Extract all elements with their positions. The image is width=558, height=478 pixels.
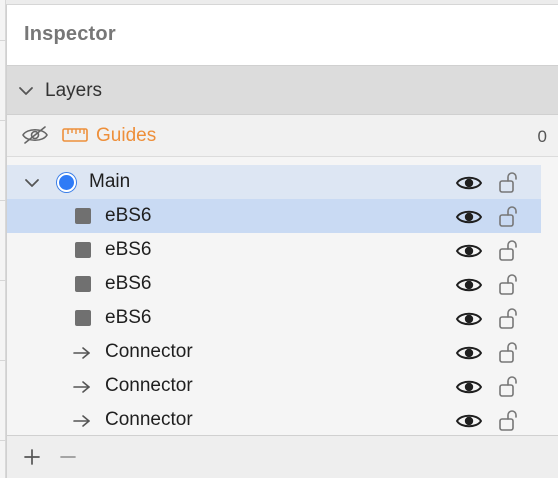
plus-icon[interactable] [21, 446, 43, 468]
unlock-icon[interactable] [497, 306, 521, 330]
layers-footer [7, 435, 558, 478]
eye-icon[interactable] [455, 173, 483, 193]
ruler-icon [62, 128, 88, 142]
layer-row[interactable]: eBS6 [7, 199, 541, 233]
unlock-icon[interactable] [497, 170, 521, 194]
inspector-title: Inspector [24, 23, 116, 45]
layer-name: eBS6 [105, 205, 152, 226]
layer-row[interactable]: eBS6 [7, 267, 541, 301]
layer-row[interactable]: eBS6 [7, 301, 541, 335]
eye-icon[interactable] [455, 343, 483, 363]
unlock-icon[interactable] [497, 374, 521, 398]
chevron-down-icon[interactable] [17, 82, 35, 100]
shape-icon [75, 208, 91, 224]
eye-icon[interactable] [455, 411, 483, 431]
connector-arrow-icon [73, 381, 90, 393]
layer-name: eBS6 [105, 307, 152, 328]
layer-group-row[interactable]: Main [7, 165, 541, 199]
layer-name: Connector [105, 409, 193, 430]
unlock-icon[interactable] [497, 238, 521, 262]
eye-icon[interactable] [455, 309, 483, 329]
shape-icon [75, 276, 91, 292]
shape-icon [75, 242, 91, 258]
eye-icon[interactable] [455, 241, 483, 261]
inspector-header: Inspector [7, 5, 558, 65]
guides-count: 0 [537, 127, 547, 146]
layers-section-header[interactable]: Layers [7, 65, 558, 115]
connector-arrow-icon [73, 415, 90, 427]
layer-row[interactable]: eBS6 [7, 233, 541, 267]
layers-section-label: Layers [45, 80, 103, 101]
layer-row[interactable]: Connector [7, 369, 541, 403]
guides-row[interactable]: Guides 0 [7, 115, 558, 157]
layers-list: Main eBS6 eBS6 eBS6 eBS6 Connector Connector Co… [7, 157, 558, 435]
unlock-icon[interactable] [497, 408, 521, 432]
eye-hidden-icon[interactable] [21, 124, 49, 146]
layer-name: Connector [105, 375, 193, 396]
eye-icon[interactable] [455, 377, 483, 397]
eye-icon[interactable] [455, 275, 483, 295]
layer-name: eBS6 [105, 273, 152, 294]
minus-icon[interactable] [57, 446, 79, 468]
shape-icon [75, 310, 91, 326]
unlock-icon[interactable] [497, 272, 521, 296]
inspector-panel: Inspector Layers Guides 0 Main eBS6 eBS6 eB… [6, 4, 558, 478]
chevron-down-icon[interactable] [23, 174, 41, 192]
layer-name: Connector [105, 341, 193, 362]
unlock-icon[interactable] [497, 204, 521, 228]
unlock-icon[interactable] [497, 340, 521, 364]
layer-color-dot [57, 173, 76, 192]
layer-group-name: Main [89, 171, 131, 192]
layer-name: eBS6 [105, 239, 152, 260]
guides-label: Guides [96, 125, 157, 146]
layer-row[interactable]: Connector [7, 403, 541, 437]
layer-row[interactable]: Connector [7, 335, 541, 369]
eye-icon[interactable] [455, 207, 483, 227]
connector-arrow-icon [73, 347, 90, 359]
